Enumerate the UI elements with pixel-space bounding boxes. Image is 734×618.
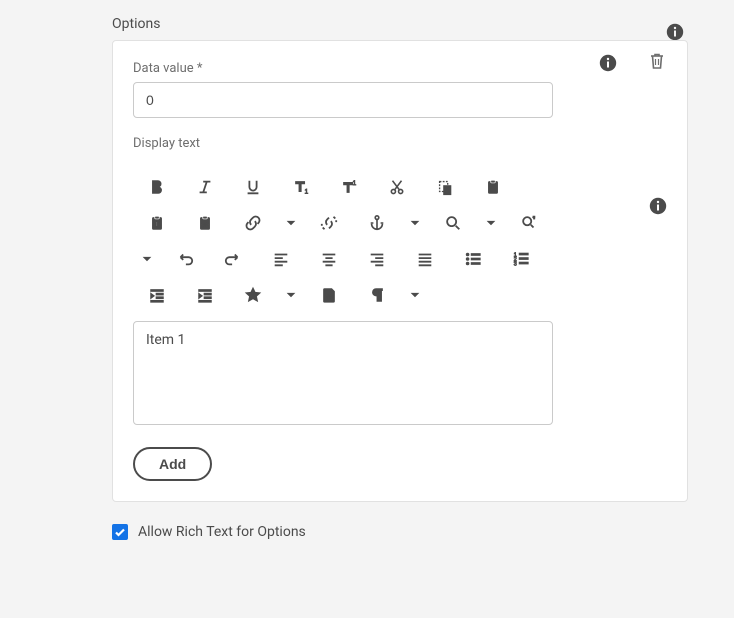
svg-text:1: 1 [353, 180, 357, 187]
paste-text-icon[interactable]: T [133, 205, 181, 241]
numbered-list-icon[interactable]: 123 [497, 241, 545, 277]
source-edit-icon[interactable]: </> [305, 277, 353, 313]
svg-text:3: 3 [514, 261, 517, 267]
bold-icon[interactable] [133, 169, 181, 205]
info-icon[interactable] [599, 54, 617, 72]
copy-icon[interactable] [421, 169, 469, 205]
svg-text:</>: </> [324, 294, 333, 301]
find-dropdown-icon[interactable] [477, 205, 505, 241]
superscript-icon[interactable]: 1 [325, 169, 373, 205]
undo-icon[interactable] [161, 241, 209, 277]
align-left-icon[interactable] [257, 241, 305, 277]
data-value-label: Data value * [133, 61, 202, 76]
special-char-dropdown-icon[interactable] [277, 277, 305, 313]
subscript-icon[interactable]: 1 [277, 169, 325, 205]
indent-icon[interactable] [181, 277, 229, 313]
anchor-dropdown-icon[interactable] [401, 205, 429, 241]
anchor-icon[interactable] [353, 205, 401, 241]
options-panel: Data value * Display text 1 1 [112, 40, 688, 502]
italic-icon[interactable] [181, 169, 229, 205]
info-icon[interactable] [649, 197, 667, 215]
paragraph-format-icon[interactable] [353, 277, 401, 313]
replace-icon[interactable] [505, 205, 553, 241]
svg-text:</>: </> [201, 223, 209, 229]
redo-icon[interactable] [209, 241, 257, 277]
outdent-icon[interactable] [133, 277, 181, 313]
rich-text-toolbar: 1 1 T </> 123 [133, 169, 553, 313]
add-button[interactable]: Add [133, 447, 212, 481]
link-icon[interactable] [229, 205, 277, 241]
align-center-icon[interactable] [305, 241, 353, 277]
rich-text-label: Allow Rich Text for Options [138, 524, 306, 540]
paste-html-icon[interactable]: </> [181, 205, 229, 241]
special-char-icon[interactable] [229, 277, 277, 313]
delete-icon[interactable] [647, 51, 667, 75]
rich-text-checkbox[interactable] [112, 524, 128, 540]
underline-icon[interactable] [229, 169, 277, 205]
paste-icon[interactable] [469, 169, 517, 205]
data-value-input[interactable] [133, 82, 553, 118]
paragraph-dropdown-icon[interactable] [401, 277, 429, 313]
options-title: Options [112, 16, 734, 32]
info-icon[interactable] [666, 23, 684, 41]
unlink-icon[interactable] [305, 205, 353, 241]
align-right-icon[interactable] [353, 241, 401, 277]
bullet-list-icon[interactable] [449, 241, 497, 277]
align-justify-icon[interactable] [401, 241, 449, 277]
svg-text:1: 1 [305, 188, 309, 195]
link-dropdown-icon[interactable] [277, 205, 305, 241]
replace-dropdown-icon[interactable] [133, 241, 161, 277]
find-icon[interactable] [429, 205, 477, 241]
display-text-label: Display text [133, 136, 667, 151]
display-text-editor[interactable]: Item 1 [133, 321, 553, 425]
cut-icon[interactable] [373, 169, 421, 205]
svg-text:T: T [155, 220, 160, 229]
